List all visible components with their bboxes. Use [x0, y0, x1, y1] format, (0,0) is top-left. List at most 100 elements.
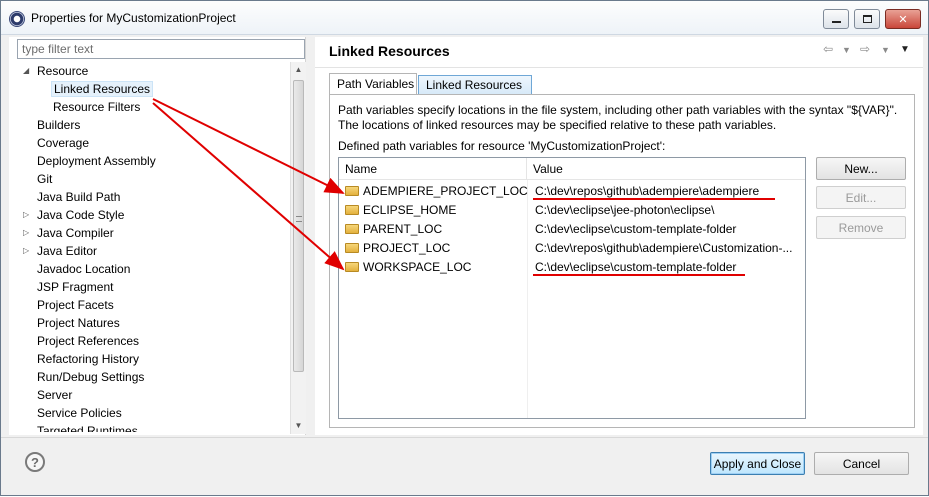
pane-sash[interactable] [310, 37, 314, 435]
tree-item-run-debug-settings[interactable]: Run/Debug Settings [37, 368, 144, 386]
folder-icon [345, 243, 359, 253]
forward-dropdown-icon[interactable]: ▼ [881, 45, 890, 55]
annotation-underline [533, 274, 745, 276]
tree-item-linked-resources[interactable]: Linked Resources [51, 80, 154, 98]
view-menu-icon[interactable]: ▼ [900, 44, 910, 55]
table-row[interactable]: PARENT_LOC C:\dev\eclipse\custom-templat… [339, 220, 805, 238]
minimize-icon [831, 21, 841, 23]
tree-item-refactoring-history[interactable]: Refactoring History [37, 350, 139, 368]
back-arrow-icon[interactable]: ⇦ [823, 42, 833, 56]
tree-item-label: Deployment Assembly [37, 154, 156, 168]
tree-item-label: Refactoring History [37, 352, 140, 366]
tree-item-label: Git [37, 172, 53, 186]
tab-linked-resources[interactable]: Linked Resources [418, 75, 532, 95]
column-header-name[interactable]: Name [339, 158, 527, 180]
variable-name-cell: PROJECT_LOC [345, 239, 525, 257]
help-icon[interactable]: ? [25, 452, 45, 472]
preference-tree: ◢ Resource Linked Resources Resource Fil… [9, 62, 291, 432]
tree-item-server[interactable]: Server [37, 386, 72, 404]
tab-path-variables[interactable]: Path Variables [329, 73, 417, 95]
filter-input[interactable] [17, 39, 305, 59]
tree-item-javadoc-location[interactable]: Javadoc Location [37, 260, 130, 278]
tree-item-label: Server [37, 388, 73, 402]
path-variables-table[interactable]: Name Value ADEMPIERE_PROJECT_LOC C:\dev\… [338, 157, 806, 419]
property-page: Linked Resources ⇦ ▼ ⇨ ▼ ▼ Path Variable… [315, 37, 923, 435]
page-title: Linked Resources [329, 43, 450, 59]
eclipse-app-icon [9, 11, 25, 27]
variable-name: WORKSPACE_LOC [363, 260, 472, 274]
grip-icon [296, 216, 302, 222]
expand-twisty-icon[interactable]: ▷ [23, 206, 33, 224]
edit-button[interactable]: Edit... [816, 186, 906, 209]
defined-variables-label: Defined path variables for resource 'MyC… [338, 139, 666, 153]
scrollbar-thumb[interactable] [293, 80, 304, 372]
close-icon: ✕ [898, 13, 908, 26]
tree-item-service-policies[interactable]: Service Policies [37, 404, 122, 422]
scroll-down-icon[interactable]: ▼ [291, 418, 306, 434]
annotation-underline [533, 198, 775, 200]
tree-item-java-build-path[interactable]: Java Build Path [37, 188, 120, 206]
tree-item-java-editor[interactable]: ▷ Java Editor [23, 242, 97, 260]
tree-item-label: JSP Fragment [37, 280, 114, 294]
tree-item-label: Targeted Runtimes [37, 424, 138, 432]
tree-item-java-compiler[interactable]: ▷ Java Compiler [23, 224, 114, 242]
tree-item-builders[interactable]: Builders [37, 116, 80, 134]
tree-item-project-references[interactable]: Project References [37, 332, 139, 350]
tree-item-resource[interactable]: ◢ Resource [23, 62, 88, 80]
variable-name-cell: ECLIPSE_HOME [345, 201, 525, 219]
title-bar: Properties for MyCustomizationProject ✕ [1, 1, 928, 35]
tree-item-label: Service Policies [37, 406, 122, 420]
table-row[interactable]: ECLIPSE_HOME C:\dev\eclipse\jee-photon\e… [339, 201, 805, 219]
minimize-button[interactable] [823, 9, 849, 29]
folder-icon [345, 205, 359, 215]
tree-item-resource-filters[interactable]: Resource Filters [53, 98, 140, 116]
tree-item-label: Coverage [37, 136, 90, 150]
tree-item-targeted-runtimes[interactable]: Targeted Runtimes [37, 422, 138, 432]
variable-name-cell: ADEMPIERE_PROJECT_LOC [345, 182, 528, 200]
new-button[interactable]: New... [816, 157, 906, 180]
column-header-value[interactable]: Value [527, 158, 805, 180]
remove-button[interactable]: Remove [816, 216, 906, 239]
back-dropdown-icon[interactable]: ▼ [842, 45, 851, 55]
tree-item-label: Project References [37, 334, 140, 348]
path-variables-panel: Path variables specify locations in the … [329, 94, 915, 428]
tree-item-java-code-style[interactable]: ▷ Java Code Style [23, 206, 124, 224]
tree-item-git[interactable]: Git [37, 170, 52, 188]
folder-icon [345, 224, 359, 234]
tree-item-label: Java Compiler [37, 226, 114, 240]
preference-tree-pane: ◢ Resource Linked Resources Resource Fil… [9, 37, 306, 435]
table-row[interactable]: PROJECT_LOC C:\dev\repos\github\adempier… [339, 239, 805, 257]
tree-item-jsp-fragment[interactable]: JSP Fragment [37, 278, 113, 296]
variable-name-cell: PARENT_LOC [345, 220, 525, 238]
expand-twisty-icon[interactable]: ◢ [23, 62, 33, 80]
description-text: Path variables specify locations in the … [338, 103, 898, 132]
footer-separator [1, 437, 928, 438]
tree-item-coverage[interactable]: Coverage [37, 134, 89, 152]
close-button[interactable]: ✕ [885, 9, 921, 29]
folder-icon [345, 262, 359, 272]
maximize-button[interactable] [854, 9, 880, 29]
variable-value: C:\dev\repos\github\adempiere\Customizat… [535, 241, 793, 255]
tree-item-label: Java Editor [37, 244, 98, 258]
scroll-up-icon[interactable]: ▲ [291, 62, 306, 78]
tree-item-label: Resource Filters [53, 100, 141, 114]
tree-item-label: Java Code Style [37, 208, 125, 222]
window-title: Properties for MyCustomizationProject [31, 11, 236, 25]
tree-item-project-natures[interactable]: Project Natures [37, 314, 120, 332]
expand-twisty-icon[interactable]: ▷ [23, 224, 33, 242]
tree-item-label: Java Build Path [37, 190, 121, 204]
tree-item-project-facets[interactable]: Project Facets [37, 296, 114, 314]
tree-item-label: Linked Resources [51, 81, 154, 97]
expand-twisty-icon[interactable]: ▷ [23, 242, 33, 260]
tree-item-label: Project Natures [37, 316, 120, 330]
variable-name: PROJECT_LOC [363, 241, 451, 255]
tree-scrollbar[interactable]: ▲ ▼ [290, 62, 306, 434]
forward-arrow-icon[interactable]: ⇨ [860, 42, 870, 56]
folder-icon [345, 186, 359, 196]
variable-name: ADEMPIERE_PROJECT_LOC [363, 184, 528, 198]
variable-value: C:\dev\eclipse\custom-template-folder [535, 222, 737, 236]
apply-and-close-button[interactable]: Apply and Close [710, 452, 805, 475]
cancel-button[interactable]: Cancel [814, 452, 909, 475]
tree-item-deployment-assembly[interactable]: Deployment Assembly [37, 152, 156, 170]
properties-dialog: Properties for MyCustomizationProject ✕ … [0, 0, 929, 496]
